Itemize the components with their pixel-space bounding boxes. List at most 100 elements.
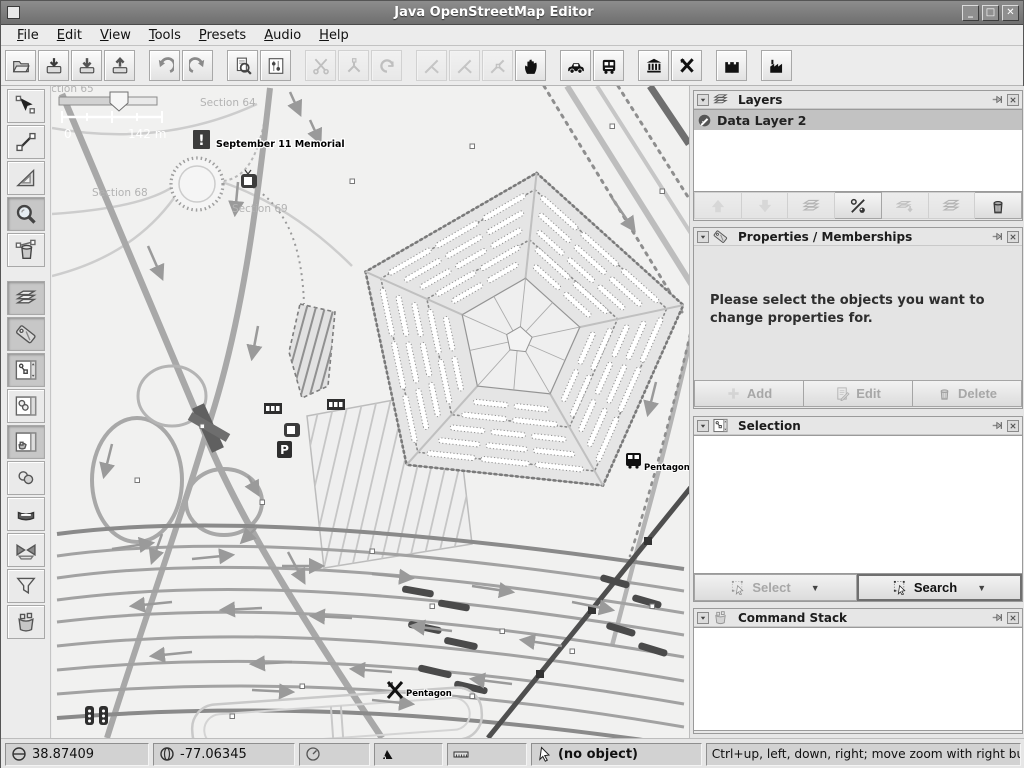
conflictt-icon [15, 539, 37, 561]
map-canvas[interactable]: ! [52, 86, 689, 738]
properties-close-button[interactable] [1007, 231, 1019, 243]
duplicate-layer-button[interactable] [882, 192, 929, 219]
menu-edit[interactable]: Edit [49, 26, 90, 45]
move-elements-button[interactable] [515, 50, 546, 81]
search-button[interactable]: Search▼ [857, 574, 1022, 601]
toggle-commandstack-panel-button[interactable] [7, 425, 45, 459]
commandstack-pin-icon[interactable] [991, 612, 1003, 624]
menu-presets[interactable]: Presets [191, 26, 254, 45]
selection-list[interactable] [694, 435, 1022, 574]
draw-node-tool-button[interactable] [7, 125, 45, 159]
bus-stop-icon-2[interactable] [327, 399, 345, 410]
preset-castle-button[interactable] [716, 50, 747, 81]
undo-icon [156, 57, 174, 75]
menu-help[interactable]: Help [311, 26, 357, 45]
open-file-button[interactable] [5, 50, 36, 81]
combine-way-button[interactable] [338, 50, 369, 81]
minimize-button[interactable]: _ [962, 5, 979, 21]
upload-data-button[interactable] [104, 50, 135, 81]
disconnect-node-button[interactable] [449, 50, 480, 81]
toggle-history-panel-button[interactable] [7, 497, 45, 531]
latitude-display: 38.87409 [5, 743, 149, 766]
select-button[interactable]: Select▼ [694, 574, 857, 601]
scissors-icon [312, 57, 330, 75]
layer-row-active[interactable]: Data Layer 2 [694, 110, 1022, 130]
menu-tools[interactable]: Tools [141, 26, 189, 45]
commandstack-collapse-button[interactable] [697, 612, 709, 624]
opacity-icon [849, 197, 867, 215]
move-layer-down-button[interactable] [742, 192, 789, 219]
delete-layer-button[interactable] [975, 192, 1022, 219]
toggle-relations-panel-button[interactable] [7, 389, 45, 423]
searchdoc-icon [234, 57, 252, 75]
zoom-tool-button[interactable] [7, 197, 45, 231]
layerst-icon [15, 287, 37, 309]
angle-icon [380, 746, 396, 762]
edit-tag-button[interactable]: Edit [804, 380, 913, 407]
preset-museum-button[interactable] [638, 50, 669, 81]
preferences-button[interactable] [260, 50, 291, 81]
commandstack-close-button[interactable] [1007, 612, 1019, 624]
layers-pin-icon[interactable] [991, 94, 1003, 106]
restaurant-icon [678, 57, 696, 75]
select-tool-button[interactable] [7, 89, 45, 123]
preset-car-button[interactable] [560, 50, 591, 81]
bus-stop-icon-1[interactable] [264, 403, 282, 414]
preset-bus-button[interactable] [593, 50, 624, 81]
maximize-button[interactable]: □ [982, 5, 999, 21]
join-node-way-button[interactable] [416, 50, 447, 81]
tv-icon-2[interactable] [284, 423, 300, 437]
add-tag-button[interactable]: Add [694, 380, 804, 407]
undo-button[interactable] [149, 50, 180, 81]
dialogs-column: Layers Data Layer 2 Properties / Member [689, 86, 1024, 738]
properties-collapse-button[interactable] [697, 231, 709, 243]
toggle-layer-visibility-button[interactable] [835, 192, 882, 219]
split-way-button[interactable] [305, 50, 336, 81]
toggle-conflict-panel-button[interactable] [7, 533, 45, 567]
toggle-selection-panel-button[interactable] [7, 353, 45, 387]
toggle-authors-panel-button[interactable] [7, 461, 45, 495]
selection-pin-icon[interactable] [991, 420, 1003, 432]
menu-view[interactable]: View [92, 26, 139, 45]
merge-layer-button[interactable] [788, 192, 835, 219]
update-data-button[interactable] [371, 50, 402, 81]
download-data-button[interactable] [71, 50, 102, 81]
close-button[interactable]: ✕ [1002, 5, 1019, 21]
properties-pin-icon[interactable] [991, 231, 1003, 243]
toggle-layers-panel-button[interactable] [7, 281, 45, 315]
layers-close-button[interactable] [1007, 94, 1019, 106]
preset-factory-button[interactable] [761, 50, 792, 81]
measure-tool-button[interactable] [7, 161, 45, 195]
move-layer-up-button[interactable] [694, 192, 742, 219]
svg-text:Section 64: Section 64 [200, 97, 256, 109]
svg-text:!: ! [198, 133, 204, 149]
command-stack-list[interactable] [694, 627, 1022, 731]
commandstack-panel-icon [713, 610, 728, 625]
edit-toolbar [1, 86, 51, 738]
toggle-filter-panel-button[interactable] [7, 569, 45, 603]
selection-close-button[interactable] [1007, 420, 1019, 432]
title-bar[interactable]: Java OpenStreetMap Editor _ □ ✕ [1, 1, 1023, 25]
latitude-icon [11, 746, 27, 762]
map-view[interactable]: ! [52, 86, 689, 738]
object-hint-display: (no object) [531, 743, 702, 766]
menu-file[interactable]: File [9, 26, 47, 45]
toggle-changeset-panel-button[interactable] [7, 605, 45, 639]
menu-audio[interactable]: Audio [256, 26, 309, 45]
memorial-warning-icon[interactable]: ! [193, 130, 210, 149]
selection-collapse-button[interactable] [697, 420, 709, 432]
layer-list-button[interactable] [929, 192, 976, 219]
unglue-ways-button[interactable] [482, 50, 513, 81]
main-toolbar [1, 46, 1023, 86]
preset-restaurant-button[interactable] [671, 50, 702, 81]
toggle-properties-panel-button[interactable] [7, 317, 45, 351]
save-button[interactable] [38, 50, 69, 81]
svg-text:Section 69: Section 69 [232, 203, 288, 215]
search-presets-button[interactable] [227, 50, 258, 81]
parking-icon[interactable]: P [277, 441, 292, 458]
delete-tool-button[interactable] [7, 233, 45, 267]
layers-list[interactable]: Data Layer 2 [694, 109, 1022, 192]
redo-button[interactable] [182, 50, 213, 81]
layers-collapse-button[interactable] [697, 94, 709, 106]
delete-tag-button[interactable]: Delete [913, 380, 1022, 407]
